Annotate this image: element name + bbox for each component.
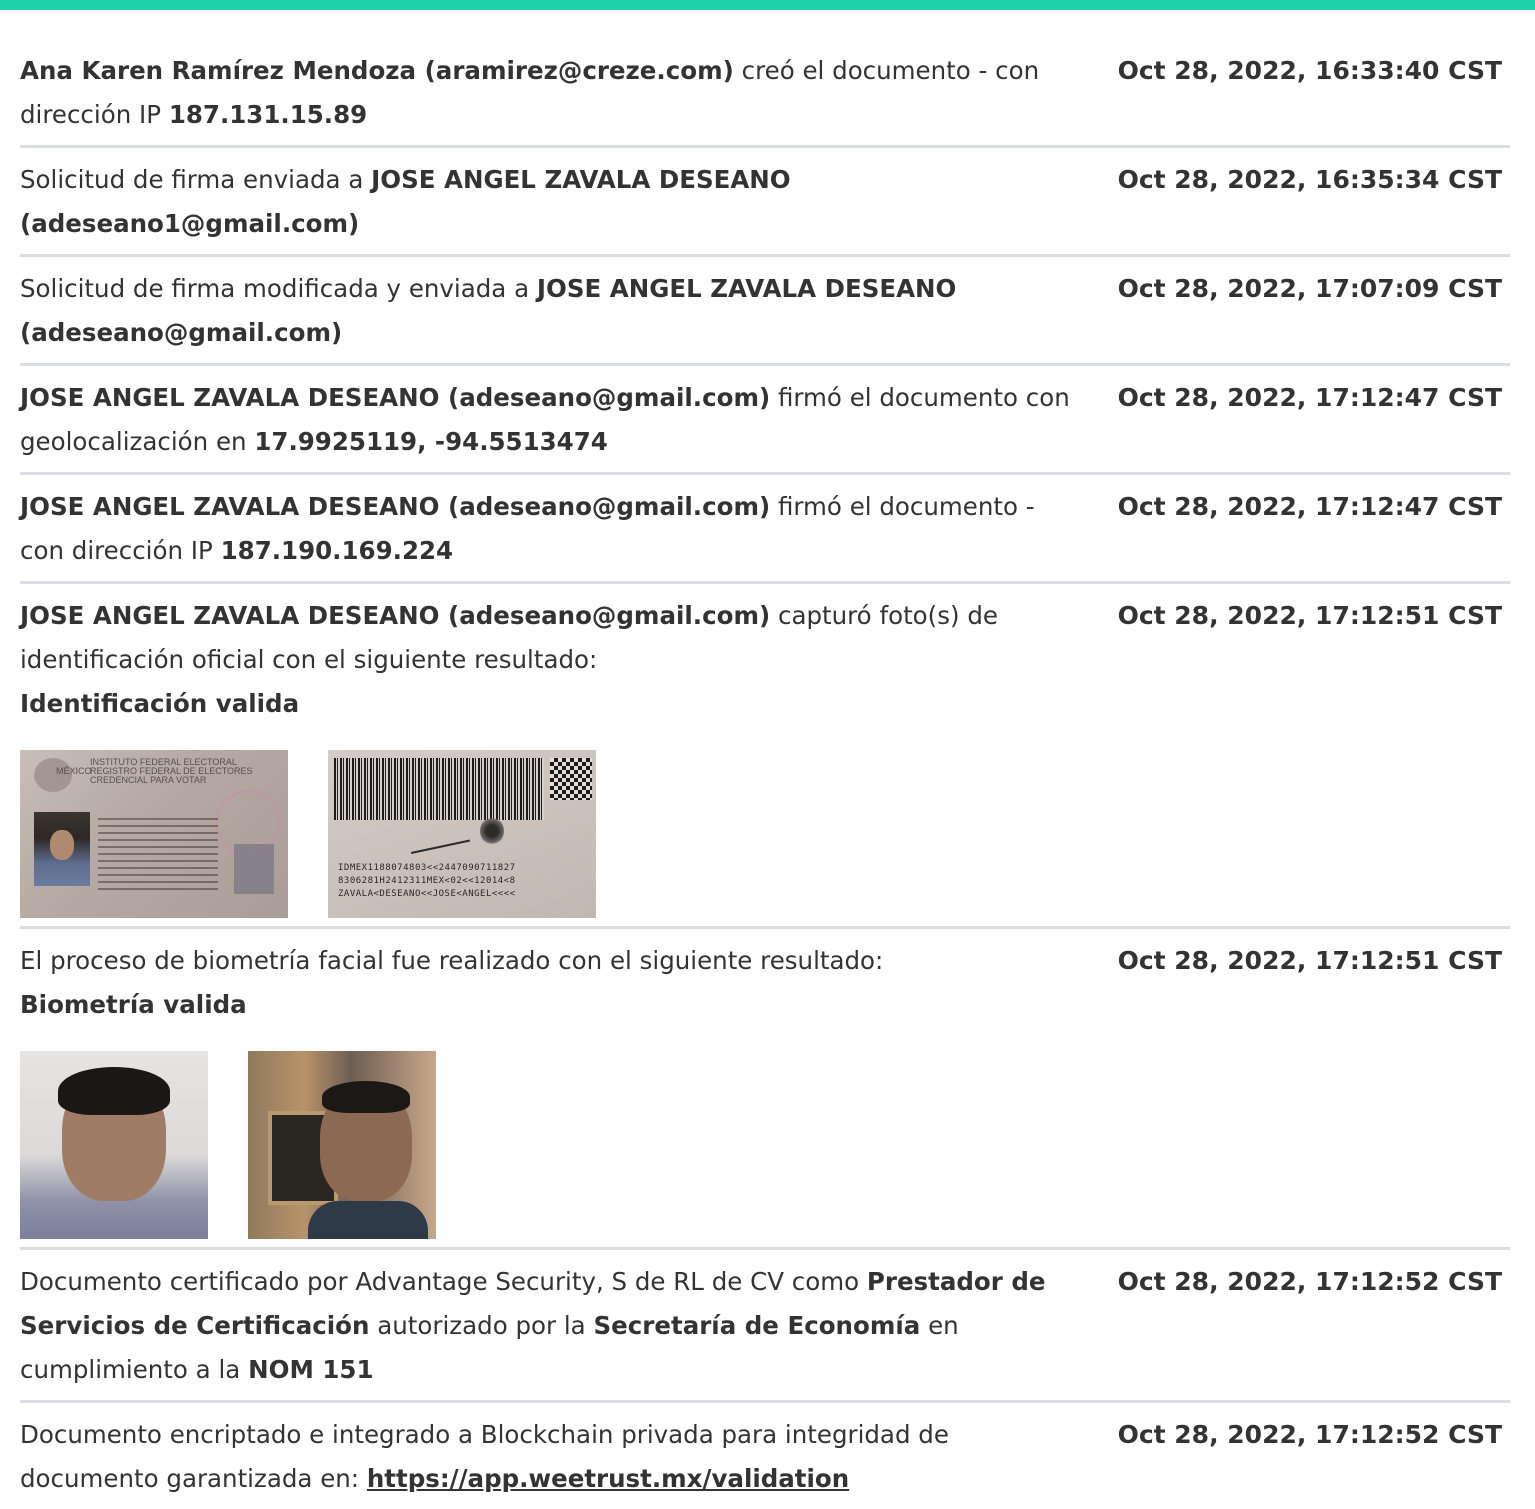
entry-description: JOSE ANGEL ZAVALA DESEANO (adeseano@gmai… <box>20 601 998 718</box>
audit-log: Ana Karen Ramírez Mendoza (aramirez@crez… <box>20 42 1510 1509</box>
entry-description: JOSE ANGEL ZAVALA DESEANO (adeseano@gmai… <box>20 383 1070 456</box>
id-portrait <box>34 812 90 886</box>
entry-timestamp: Oct 28, 2022, 17:12:52 CST <box>1117 1420 1502 1449</box>
id-photos: INSTITUTO FEDERAL ELECTORAL REGISTRO FED… <box>20 750 1510 918</box>
entry-timestamp: Oct 28, 2022, 17:12:47 CST <box>1117 492 1502 521</box>
entry-timestamp: Oct 28, 2022, 17:12:47 CST <box>1117 383 1502 412</box>
entry-description: Ana Karen Ramírez Mendoza (aramirez@crez… <box>20 56 1040 129</box>
log-entry-signed-geolocation: JOSE ANGEL ZAVALA DESEANO (adeseano@gmai… <box>20 366 1510 475</box>
fingerprint-icon <box>480 816 504 846</box>
entry-description: El proceso de biometría facial fue reali… <box>20 946 884 1019</box>
entry-timestamp: Oct 28, 2022, 17:12:52 CST <box>1117 1267 1502 1296</box>
id-face-crop-image[interactable] <box>20 1051 208 1239</box>
entry-timestamp: Oct 28, 2022, 17:12:51 CST <box>1117 601 1502 630</box>
entry-timestamp: Oct 28, 2022, 16:33:40 CST <box>1117 56 1502 85</box>
barcode <box>334 758 544 820</box>
id-card-header: INSTITUTO FEDERAL ELECTORAL REGISTRO FED… <box>56 757 253 785</box>
machine-readable-zone: IDMEX1188074803<<2447090711827 8306281H24… <box>338 863 516 899</box>
id-card-front-image[interactable]: INSTITUTO FEDERAL ELECTORAL REGISTRO FED… <box>20 750 288 918</box>
log-entry-signature-request-modified: Solicitud de firma modificada y enviada … <box>20 257 1510 366</box>
log-entry-id-capture: JOSE ANGEL ZAVALA DESEANO (adeseano@gmai… <box>20 584 1510 929</box>
log-entry-certified: Documento certificado por Advantage Secu… <box>20 1250 1510 1403</box>
entry-description: Solicitud de firma enviada a JOSE ANGEL … <box>20 165 791 238</box>
log-entry-signature-request-sent: Solicitud de firma enviada a JOSE ANGEL … <box>20 148 1510 257</box>
qr-code <box>550 758 592 800</box>
log-entry-created: Ana Karen Ramírez Mendoza (aramirez@crez… <box>20 42 1510 148</box>
id-card-back-image[interactable]: IDMEX1188074803<<2447090711827 8306281H24… <box>328 750 596 918</box>
entry-timestamp: Oct 28, 2022, 17:07:09 CST <box>1117 274 1502 303</box>
signature-mark <box>405 816 471 854</box>
entry-description: Documento certificado por Advantage Secu… <box>20 1267 1046 1384</box>
entry-timestamp: Oct 28, 2022, 16:35:34 CST <box>1117 165 1502 194</box>
biometric-photos <box>20 1051 1510 1239</box>
validation-link[interactable]: https://app.weetrust.mx/validation <box>367 1464 849 1493</box>
entry-timestamp: Oct 28, 2022, 17:12:51 CST <box>1117 946 1502 975</box>
entry-description: Solicitud de firma modificada y enviada … <box>20 274 957 347</box>
id-data-lines <box>98 818 218 890</box>
entry-description: JOSE ANGEL ZAVALA DESEANO (adeseano@gmai… <box>20 492 1035 565</box>
id-small-portrait <box>234 844 274 894</box>
log-entry-signed-ip: JOSE ANGEL ZAVALA DESEANO (adeseano@gmai… <box>20 475 1510 584</box>
log-entry-biometrics: El proceso de biometría facial fue reali… <box>20 929 1510 1250</box>
entry-description: Documento encriptado e integrado a Block… <box>20 1420 949 1493</box>
selfie-image[interactable] <box>248 1051 436 1239</box>
top-accent-bar <box>0 0 1535 10</box>
log-entry-blockchain: Documento encriptado e integrado a Block… <box>20 1403 1510 1509</box>
